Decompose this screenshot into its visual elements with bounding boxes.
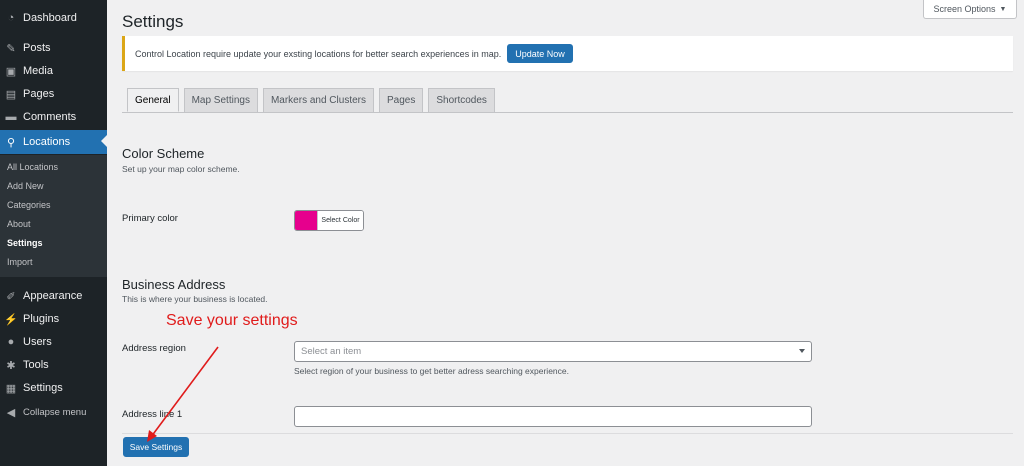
menu-item-label: Appearance: [23, 290, 83, 302]
collapse-icon: ◀: [6, 406, 16, 419]
submenu-add-new[interactable]: Add New: [7, 181, 44, 191]
menu-item-label: Posts: [23, 42, 51, 54]
region-placeholder: Select an item: [301, 346, 362, 357]
menu-item-label: Collapse menu: [23, 406, 87, 418]
address-line1-label: Address line 1: [122, 409, 183, 420]
pin-icon: ✎: [6, 42, 16, 55]
media-icon: ▣: [5, 65, 17, 78]
menu-item-posts[interactable]: ✎ Posts: [0, 37, 107, 59]
menu-item-comments[interactable]: ▬ Comments: [0, 106, 107, 128]
menu-item-label: Dashboard: [23, 12, 77, 24]
submenu-settings[interactable]: Settings: [7, 238, 43, 248]
business-address-heading: Business Address: [122, 277, 226, 292]
form-footer-divider: [122, 433, 1013, 434]
tab-divider: [122, 112, 1013, 113]
select-color-label[interactable]: Select Color: [317, 211, 363, 230]
annotation-label: Save your settings: [166, 312, 298, 329]
screen-options-label: Screen Options: [933, 4, 996, 14]
user-icon: ●: [7, 336, 15, 348]
submenu-about[interactable]: About: [7, 219, 31, 229]
admin-sidebar: ◔ Dashboard ✎ Posts ▣ Media ▤ Pages ▬ Co…: [0, 0, 107, 466]
primary-color-label: Primary color: [122, 213, 178, 224]
submenu-import[interactable]: Import: [7, 257, 33, 267]
menu-item-tools[interactable]: ✱ Tools: [0, 354, 107, 376]
save-settings-button[interactable]: Save Settings: [123, 437, 189, 457]
address-region-label: Address region: [122, 343, 186, 354]
brush-icon: ✐: [6, 290, 16, 303]
dashboard-icon: ◔: [7, 12, 15, 24]
submenu-all-locations[interactable]: All Locations: [7, 162, 58, 172]
menu-item-media[interactable]: ▣ Media: [0, 60, 107, 82]
menu-item-label: Locations: [23, 136, 71, 148]
tab-shortcodes[interactable]: Shortcodes: [428, 88, 495, 112]
menu-item-collapse[interactable]: ◀ Collapse menu: [0, 401, 107, 423]
settings-tabs: General Map Settings Markers and Cluster…: [127, 88, 495, 112]
color-scheme-heading: Color Scheme: [122, 146, 205, 161]
tab-markers-clusters[interactable]: Markers and Clusters: [262, 88, 374, 112]
notice-text: Control Location require update your exs…: [135, 48, 502, 59]
wrench-icon: ✱: [6, 359, 16, 372]
menu-item-settings[interactable]: ▦ Settings: [0, 377, 107, 399]
caret-down-icon: ▼: [999, 5, 1007, 13]
submenu-categories[interactable]: Categories: [7, 200, 51, 210]
address-line1-input[interactable]: [294, 406, 812, 427]
menu-item-dashboard[interactable]: ◔ Dashboard: [0, 7, 107, 29]
comment-icon: ▬: [5, 111, 17, 123]
primary-color-picker[interactable]: Select Color: [294, 210, 364, 231]
menu-item-label: Users: [23, 336, 52, 348]
menu-item-label: Media: [23, 65, 53, 77]
page-title: Settings: [122, 12, 184, 31]
menu-item-label: Tools: [23, 359, 49, 371]
locations-submenu: All Locations Add New Categories About S…: [0, 155, 107, 277]
menu-item-appearance[interactable]: ✐ Appearance: [0, 285, 107, 307]
update-notice: Control Location require update your exs…: [122, 36, 1013, 71]
screen-options-button[interactable]: Screen Options ▼: [923, 0, 1017, 19]
menu-item-users[interactable]: ● Users: [0, 331, 107, 353]
update-now-button[interactable]: Update Now: [507, 44, 573, 63]
menu-item-label: Plugins: [23, 313, 60, 325]
tab-map-settings[interactable]: Map Settings: [183, 88, 258, 112]
menu-item-locations[interactable]: ⚲ Locations: [0, 130, 107, 154]
tab-pages[interactable]: Pages: [378, 88, 424, 112]
color-swatch[interactable]: [295, 211, 317, 230]
settings-icon: ▦: [5, 382, 17, 395]
color-scheme-description: Set up your map color scheme.: [122, 164, 240, 174]
address-region-help: Select region of your business to get be…: [294, 366, 569, 376]
menu-item-label: Comments: [23, 111, 77, 123]
menu-item-pages[interactable]: ▤ Pages: [0, 83, 107, 105]
location-pin-icon: ⚲: [6, 136, 16, 149]
menu-item-plugins[interactable]: ⚡ Plugins: [0, 308, 107, 330]
business-address-description: This is where your business is located.: [122, 294, 268, 304]
page-icon: ▤: [5, 88, 17, 101]
tab-general[interactable]: General: [127, 88, 179, 112]
plug-icon: ⚡: [4, 313, 18, 326]
menu-item-label: Settings: [23, 382, 63, 394]
address-region-select[interactable]: Select an item: [294, 341, 812, 362]
menu-item-label: Pages: [23, 88, 55, 100]
dropdown-caret-icon: [799, 349, 805, 353]
